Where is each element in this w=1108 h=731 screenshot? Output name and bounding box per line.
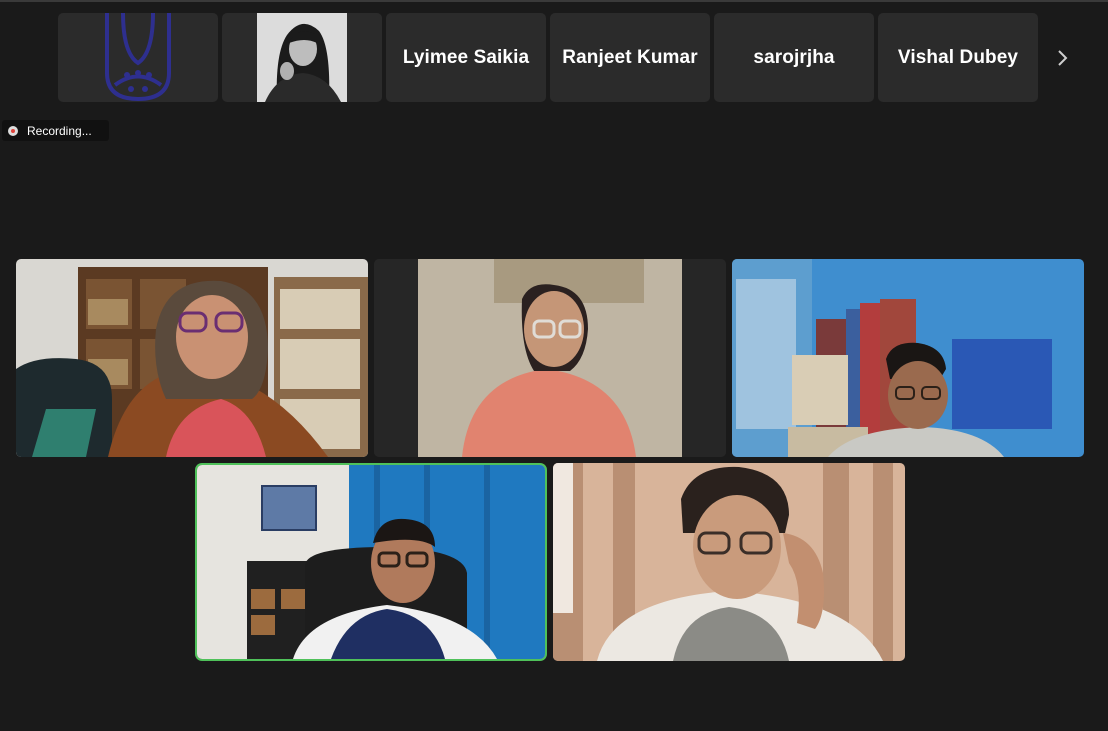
participant-video-feed	[732, 259, 1084, 457]
participant-name: Ranjeet Kumar	[562, 46, 698, 68]
video-tile-1[interactable]	[16, 259, 368, 457]
video-tile-4-active-speaker[interactable]	[197, 465, 545, 659]
participant-tile-ranjeet-kumar[interactable]: Ranjeet Kumar	[550, 13, 710, 102]
participant-tile-sarojrjha[interactable]: sarojrjha	[714, 13, 874, 102]
window-top-border	[0, 0, 1108, 2]
participant-tile-vishal-dubey[interactable]: Vishal Dubey	[878, 13, 1038, 102]
participant-video-feed	[374, 259, 726, 457]
participant-name: sarojrjha	[753, 46, 835, 68]
participant-tile-lyimee-saikia[interactable]: Lyimee Saikia	[386, 13, 546, 102]
participant-name: Vishal Dubey	[897, 46, 1019, 68]
participant-tile-photo[interactable]	[222, 13, 382, 102]
video-tile-5[interactable]	[553, 463, 905, 661]
participant-video-feed	[553, 463, 905, 661]
video-tile-3[interactable]	[732, 259, 1084, 457]
next-page-button[interactable]	[1042, 13, 1082, 102]
participant-video-feed	[16, 259, 368, 457]
chevron-right-icon	[1058, 49, 1068, 66]
recording-indicator[interactable]: Recording...	[2, 120, 109, 141]
recording-label: Recording...	[27, 123, 92, 138]
participant-tile-logo[interactable]	[58, 13, 218, 102]
record-dot-icon	[8, 125, 18, 136]
institution-logo-icon	[105, 13, 171, 102]
video-tile-2[interactable]	[374, 259, 726, 457]
participant-video-feed	[197, 465, 545, 659]
participant-name: Lyimee Saikia	[402, 46, 530, 68]
profile-photo	[257, 13, 347, 102]
